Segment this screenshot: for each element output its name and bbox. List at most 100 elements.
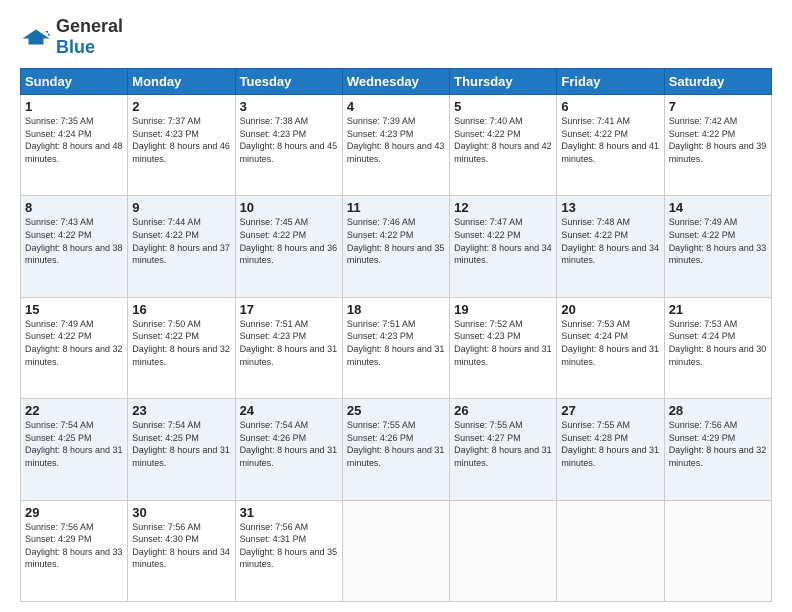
day-info: Sunrise: 7:44 AMSunset: 4:22 PMDaylight:… [132, 217, 230, 265]
calendar-header-friday: Friday [557, 69, 664, 95]
day-info: Sunrise: 7:53 AMSunset: 4:24 PMDaylight:… [669, 319, 767, 367]
day-number: 2 [132, 99, 230, 114]
day-info: Sunrise: 7:35 AMSunset: 4:24 PMDaylight:… [25, 116, 123, 164]
calendar-cell [342, 500, 449, 601]
calendar-cell: 13 Sunrise: 7:48 AMSunset: 4:22 PMDayligh… [557, 196, 664, 297]
day-info: Sunrise: 7:52 AMSunset: 4:23 PMDaylight:… [454, 319, 552, 367]
calendar-cell: 22 Sunrise: 7:54 AMSunset: 4:25 PMDayligh… [21, 399, 128, 500]
calendar-cell: 20 Sunrise: 7:53 AMSunset: 4:24 PMDayligh… [557, 297, 664, 398]
day-number: 15 [25, 302, 123, 317]
header: General Blue [20, 16, 772, 58]
calendar-header-thursday: Thursday [450, 69, 557, 95]
day-number: 5 [454, 99, 552, 114]
calendar-cell: 18 Sunrise: 7:51 AMSunset: 4:23 PMDayligh… [342, 297, 449, 398]
calendar-header-row: SundayMondayTuesdayWednesdayThursdayFrid… [21, 69, 772, 95]
calendar-table: SundayMondayTuesdayWednesdayThursdayFrid… [20, 68, 772, 602]
calendar-cell: 12 Sunrise: 7:47 AMSunset: 4:22 PMDayligh… [450, 196, 557, 297]
calendar-cell: 6Sunrise: 7:41 AMSunset: 4:22 PMDaylight… [557, 95, 664, 196]
day-info: Sunrise: 7:39 AMSunset: 4:23 PMDaylight:… [347, 116, 445, 164]
day-info: Sunrise: 7:50 AMSunset: 4:22 PMDaylight:… [132, 319, 230, 367]
calendar-week-4: 22 Sunrise: 7:54 AMSunset: 4:25 PMDayligh… [21, 399, 772, 500]
day-info: Sunrise: 7:38 AMSunset: 4:23 PMDaylight:… [240, 116, 338, 164]
calendar-cell: 3Sunrise: 7:38 AMSunset: 4:23 PMDaylight… [235, 95, 342, 196]
day-number: 27 [561, 403, 659, 418]
logo-text-general: General [56, 16, 123, 36]
day-info: Sunrise: 7:40 AMSunset: 4:22 PMDaylight:… [454, 116, 552, 164]
day-info: Sunrise: 7:56 AMSunset: 4:31 PMDaylight:… [240, 522, 338, 570]
calendar-cell: 15 Sunrise: 7:49 AMSunset: 4:22 PMDayligh… [21, 297, 128, 398]
day-number: 6 [561, 99, 659, 114]
calendar-cell: 30 Sunrise: 7:56 AMSunset: 4:30 PMDayligh… [128, 500, 235, 601]
day-number: 7 [669, 99, 767, 114]
calendar-cell [557, 500, 664, 601]
day-info: Sunrise: 7:48 AMSunset: 4:22 PMDaylight:… [561, 217, 659, 265]
day-number: 22 [25, 403, 123, 418]
day-info: Sunrise: 7:56 AMSunset: 4:29 PMDaylight:… [669, 420, 767, 468]
calendar-cell: 26 Sunrise: 7:55 AMSunset: 4:27 PMDayligh… [450, 399, 557, 500]
day-number: 17 [240, 302, 338, 317]
page: General Blue SundayMondayTuesdayWednesda… [0, 0, 792, 612]
day-number: 13 [561, 200, 659, 215]
calendar-header-saturday: Saturday [664, 69, 771, 95]
day-number: 1 [25, 99, 123, 114]
calendar-cell [450, 500, 557, 601]
day-number: 20 [561, 302, 659, 317]
day-number: 31 [240, 505, 338, 520]
calendar-cell: 2 Sunrise: 7:37 AMSunset: 4:23 PMDaylight… [128, 95, 235, 196]
day-info: Sunrise: 7:54 AMSunset: 4:25 PMDaylight:… [25, 420, 123, 468]
calendar-cell: 31 Sunrise: 7:56 AMSunset: 4:31 PMDayligh… [235, 500, 342, 601]
day-number: 19 [454, 302, 552, 317]
calendar-cell: 7Sunrise: 7:42 AMSunset: 4:22 PMDaylight… [664, 95, 771, 196]
calendar-cell: 4 Sunrise: 7:39 AMSunset: 4:23 PMDaylight… [342, 95, 449, 196]
day-number: 25 [347, 403, 445, 418]
day-info: Sunrise: 7:51 AMSunset: 4:23 PMDaylight:… [347, 319, 445, 367]
day-info: Sunrise: 7:49 AMSunset: 4:22 PMDaylight:… [25, 319, 123, 367]
calendar-week-3: 15 Sunrise: 7:49 AMSunset: 4:22 PMDayligh… [21, 297, 772, 398]
calendar-header-wednesday: Wednesday [342, 69, 449, 95]
logo-text-blue: Blue [56, 37, 95, 57]
calendar-week-2: 8Sunrise: 7:43 AMSunset: 4:22 PMDaylight… [21, 196, 772, 297]
day-info: Sunrise: 7:54 AMSunset: 4:26 PMDaylight:… [240, 420, 338, 468]
calendar-cell: 24Sunrise: 7:54 AMSunset: 4:26 PMDayligh… [235, 399, 342, 500]
day-number: 18 [347, 302, 445, 317]
logo: General Blue [20, 16, 123, 58]
day-info: Sunrise: 7:51 AMSunset: 4:23 PMDaylight:… [240, 319, 338, 367]
day-info: Sunrise: 7:46 AMSunset: 4:22 PMDaylight:… [347, 217, 445, 265]
calendar-week-5: 29 Sunrise: 7:56 AMSunset: 4:29 PMDayligh… [21, 500, 772, 601]
day-info: Sunrise: 7:54 AMSunset: 4:25 PMDaylight:… [132, 420, 230, 468]
calendar-cell: 17 Sunrise: 7:51 AMSunset: 4:23 PMDayligh… [235, 297, 342, 398]
day-info: Sunrise: 7:49 AMSunset: 4:22 PMDaylight:… [669, 217, 767, 265]
calendar-cell: 28 Sunrise: 7:56 AMSunset: 4:29 PMDayligh… [664, 399, 771, 500]
day-info: Sunrise: 7:55 AMSunset: 4:28 PMDaylight:… [561, 420, 659, 468]
day-number: 12 [454, 200, 552, 215]
calendar-cell: 21 Sunrise: 7:53 AMSunset: 4:24 PMDayligh… [664, 297, 771, 398]
calendar-cell: 8Sunrise: 7:43 AMSunset: 4:22 PMDaylight… [21, 196, 128, 297]
day-number: 26 [454, 403, 552, 418]
day-number: 21 [669, 302, 767, 317]
calendar-cell: 25 Sunrise: 7:55 AMSunset: 4:26 PMDayligh… [342, 399, 449, 500]
day-info: Sunrise: 7:45 AMSunset: 4:22 PMDaylight:… [240, 217, 338, 265]
day-info: Sunrise: 7:55 AMSunset: 4:27 PMDaylight:… [454, 420, 552, 468]
day-info: Sunrise: 7:56 AMSunset: 4:30 PMDaylight:… [132, 522, 230, 570]
calendar-header-sunday: Sunday [21, 69, 128, 95]
day-info: Sunrise: 7:37 AMSunset: 4:23 PMDaylight:… [132, 116, 230, 164]
day-info: Sunrise: 7:53 AMSunset: 4:24 PMDaylight:… [561, 319, 659, 367]
day-info: Sunrise: 7:47 AMSunset: 4:22 PMDaylight:… [454, 217, 552, 265]
calendar-cell: 5 Sunrise: 7:40 AMSunset: 4:22 PMDaylight… [450, 95, 557, 196]
calendar-cell [664, 500, 771, 601]
day-number: 14 [669, 200, 767, 215]
calendar-cell: 27 Sunrise: 7:55 AMSunset: 4:28 PMDayligh… [557, 399, 664, 500]
calendar-cell: 29 Sunrise: 7:56 AMSunset: 4:29 PMDayligh… [21, 500, 128, 601]
calendar-cell: 14 Sunrise: 7:49 AMSunset: 4:22 PMDayligh… [664, 196, 771, 297]
calendar-cell: 10Sunrise: 7:45 AMSunset: 4:22 PMDayligh… [235, 196, 342, 297]
day-number: 23 [132, 403, 230, 418]
logo-icon [20, 28, 52, 46]
day-number: 29 [25, 505, 123, 520]
day-info: Sunrise: 7:55 AMSunset: 4:26 PMDaylight:… [347, 420, 445, 468]
day-number: 30 [132, 505, 230, 520]
day-number: 28 [669, 403, 767, 418]
day-number: 9 [132, 200, 230, 215]
day-info: Sunrise: 7:56 AMSunset: 4:29 PMDaylight:… [25, 522, 123, 570]
calendar-cell: 11Sunrise: 7:46 AMSunset: 4:22 PMDayligh… [342, 196, 449, 297]
day-number: 4 [347, 99, 445, 114]
